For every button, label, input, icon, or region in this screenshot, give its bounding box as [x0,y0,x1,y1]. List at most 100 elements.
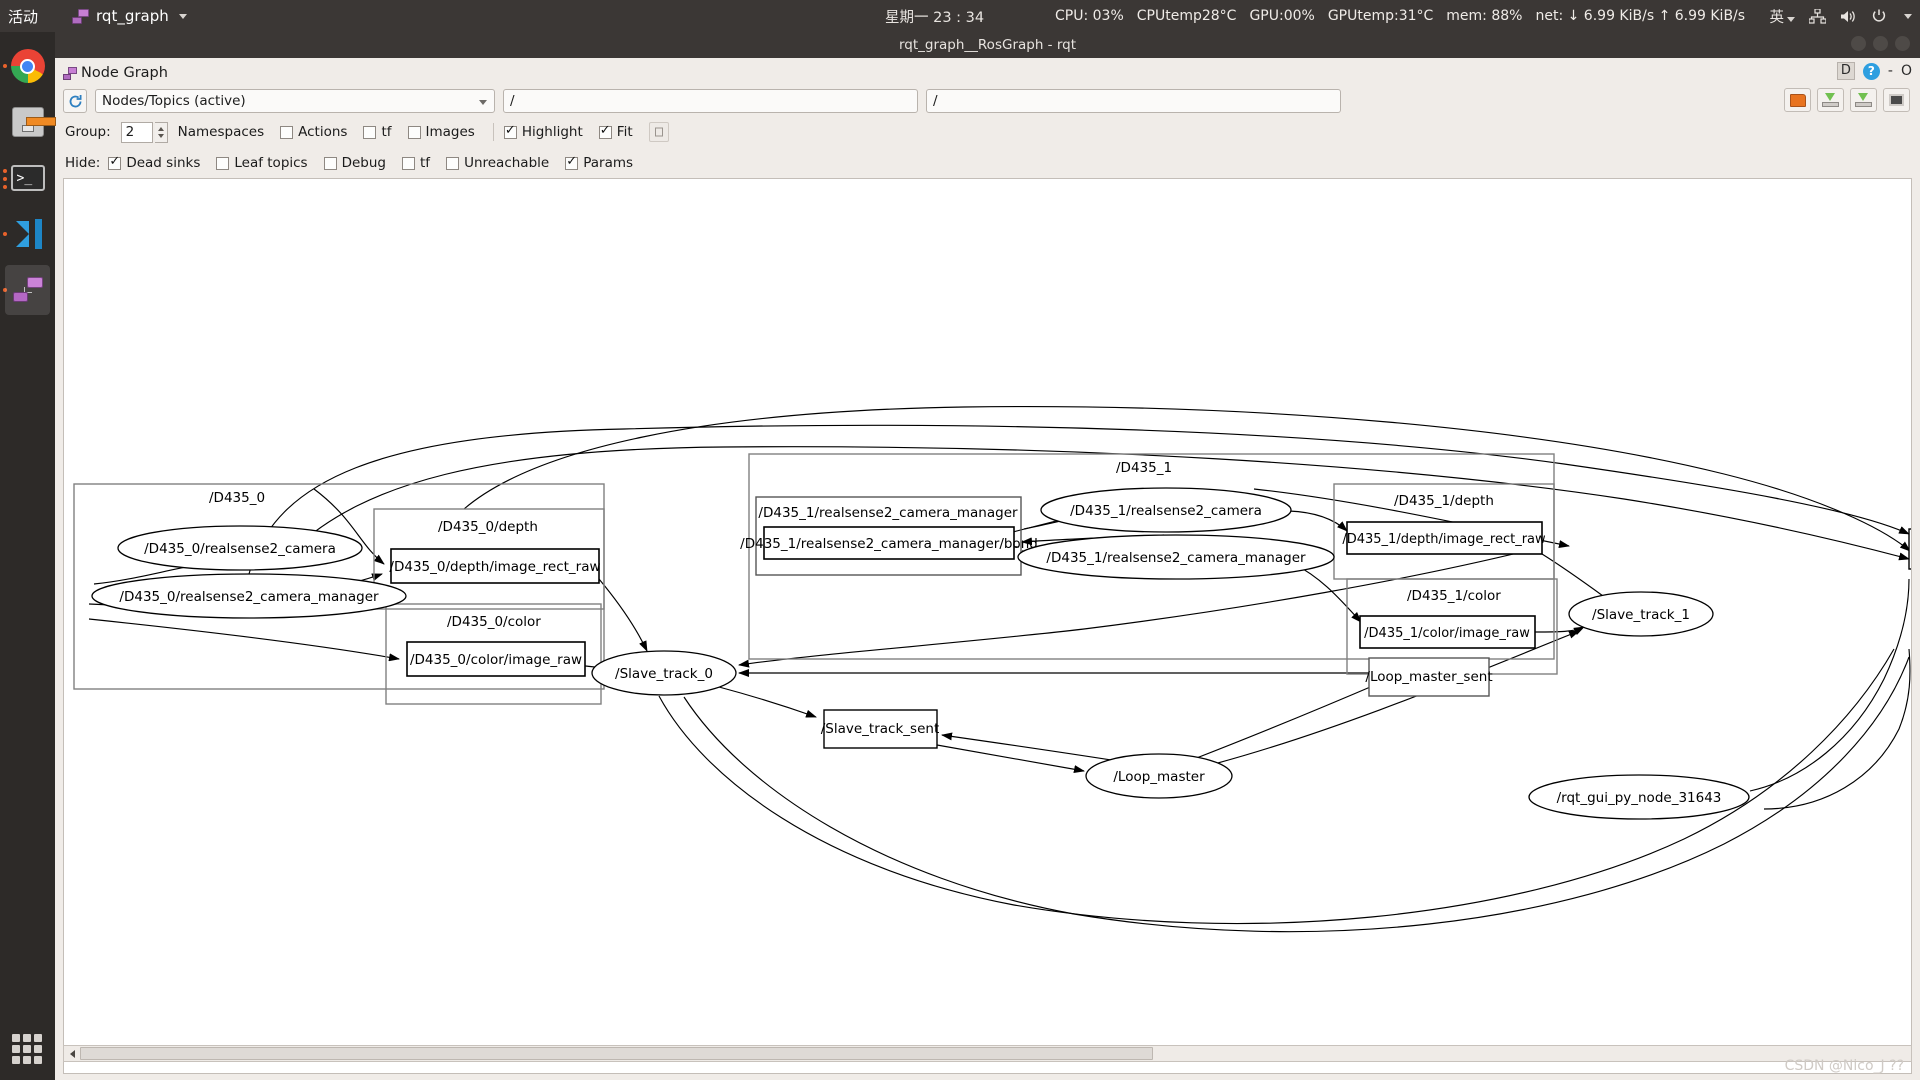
scroll-left-arrow[interactable] [64,1046,80,1061]
panel-minimize-button[interactable]: - [1888,63,1893,79]
node-label: /Loop_master [1113,769,1205,785]
maximize-button[interactable] [1873,36,1888,51]
clock-area[interactable]: 星期一 23 : 34 [885,0,984,32]
checkbox-box [565,154,579,170]
gpu-temp: GPUtemp:31°C [1327,8,1434,24]
checkbox-box [280,125,294,139]
checkbox-hide-tf[interactable]: tf [402,155,430,171]
activities-button[interactable]: 活动 [8,6,38,27]
graph-type-combobox[interactable]: Nodes/Topics (active) [95,89,495,113]
topic-node[interactable]: /Slave_track_sent [821,709,939,749]
ros-node[interactable]: /D435_0/realsense2_camera [117,525,363,571]
dock-widget-button[interactable]: D [1836,62,1855,80]
topic-node[interactable]: /D435_1/realsense2_camera_manager/bond [740,526,1038,560]
checkbox-box [407,125,421,139]
ros-node[interactable]: /Loop_master [1085,753,1233,799]
dock-item-files[interactable] [0,94,56,150]
save-image-button[interactable] [1850,88,1877,112]
group-spinbox[interactable]: 2 [120,121,153,143]
checkbox-actions[interactable]: Actions [280,124,347,140]
checkbox-box [216,156,230,170]
volume-icon[interactable] [1840,9,1857,24]
checkbox-highlight[interactable]: Highlight [503,123,583,140]
chrome-icon [10,49,45,83]
checkbox-dead-sinks[interactable]: Dead sinks [108,154,200,171]
graph-hide-options-row: Hide: Dead sinks Leaf topics Debug tf Un… [65,151,649,175]
horizontal-scrollbar[interactable] [63,1045,1912,1062]
cpu-temp: CPUtemp28°C [1136,8,1237,24]
ros-node[interactable]: /Slave_track_1 [1568,591,1714,637]
input-method-indicator[interactable]: 英 [1770,6,1795,27]
node-filter-input[interactable]: / [926,89,1341,113]
cluster-label: /D435_0/depth [438,519,538,535]
show-applications-button[interactable] [12,1034,42,1064]
ros-node[interactable]: /rqt_gui_py_node_31643 [1528,774,1750,820]
help-icon[interactable]: ? [1862,62,1880,80]
topic-node[interactable]: /D435_1/color/image_raw [1359,615,1536,649]
checkbox-leaf-topics[interactable]: Leaf topics [216,155,308,171]
topic-node[interactable]: /D435_0/color/image_raw [406,641,586,677]
fit-in-view-button[interactable] [1883,88,1910,112]
rqt-graph-icon [72,8,90,24]
window-title: rqt_graph__RosGraph - rqt [898,37,1077,53]
chevron-down-icon [178,13,187,19]
graph-canvas[interactable]: /D435_0 /D435_0/depth /D435_0/color /D43… [63,178,1912,1074]
node-label: /Slave_track_1 [1592,607,1690,623]
panel-title: Node Graph [81,65,168,81]
node-label: /D435_1/realsense2_camera [1070,503,1262,519]
clock-label: 星期一 23 : 34 [885,9,985,26]
chevron-down-icon[interactable] [1904,13,1912,19]
dock-item-chrome[interactable] [0,38,55,94]
gpu-usage: GPU:00% [1249,8,1315,24]
topic-node-offscreen[interactable]: / [1908,528,1911,570]
ros-node[interactable]: /D435_0/realsense2_camera_manager [91,573,407,619]
node-label: /D435_1/realsense2_camera_manager [1046,550,1306,566]
cluster-label: /D435_1 [1116,460,1172,476]
refresh-icon [69,94,81,107]
terminal-icon: >_ [10,165,45,191]
topic-node[interactable]: /D435_1/depth/image_rect_raw [1342,521,1546,555]
chevron-down-icon [1787,16,1795,22]
app-menu-button[interactable]: rqt_graph [72,7,187,25]
folder-icon [1789,93,1806,107]
files-icon [11,107,56,137]
checkbox-unreachable[interactable]: Unreachable [446,155,549,171]
ros-node[interactable]: /D435_1/realsense2_camera [1040,487,1292,533]
window-controls [1851,36,1910,51]
dock-item-vscode[interactable] [0,206,55,262]
load-dot-button[interactable] [1784,88,1811,112]
topic-node[interactable]: /Loop_master_sent [1365,657,1493,697]
ros-node[interactable]: /Slave_track_0 [591,650,737,696]
checkbox-debug[interactable]: Debug [323,155,386,171]
rqt-window: rqt_graph__RosGraph - rqt Node Graph D ?… [55,32,1920,1080]
checkbox-box [402,156,416,170]
vscode-icon [13,219,43,249]
save-dot-button[interactable] [1817,88,1844,112]
topic-filter-input[interactable]: / [503,89,918,113]
gnome-top-bar: 活动 rqt_graph 星期一 23 : 34 CPU: 03% CPUtem… [0,0,1920,32]
checkbox-params[interactable]: Params [565,154,633,171]
fit-zoom-button[interactable] [648,122,669,142]
close-button[interactable] [1895,36,1910,51]
chevron-down-icon [479,100,487,105]
topic-node[interactable]: /D435_0/depth/image_rect_raw [389,548,601,584]
panel-close-button[interactable]: O [1901,63,1912,79]
graph-options-row: Group: 2 Namespaces Actions tf Images Hi… [65,120,669,144]
checkbox-fit[interactable]: Fit [598,123,633,140]
refresh-button[interactable] [63,89,87,113]
power-icon[interactable] [1871,8,1887,24]
ros-node[interactable]: /D435_1/realsense2_camera_manager [1017,534,1335,580]
topic-label: /D435_1/color/image_raw [1364,626,1530,641]
cluster-label: /D435_1/depth [1394,493,1494,509]
network-icon[interactable] [1809,8,1826,24]
checkbox-images[interactable]: Images [407,124,475,140]
node-label: /rqt_gui_py_node_31643 [1557,790,1722,806]
dock-item-terminal[interactable]: >_ [0,150,55,206]
toolbar-separator [492,123,494,141]
checkbox-tf[interactable]: tf [363,124,392,140]
group-spinbox-steppers[interactable] [154,121,168,143]
checkbox-box [503,123,517,139]
minimize-button[interactable] [1851,36,1866,51]
scrollbar-thumb[interactable] [80,1047,1153,1060]
dock-item-rqt-graph[interactable] [0,262,55,318]
